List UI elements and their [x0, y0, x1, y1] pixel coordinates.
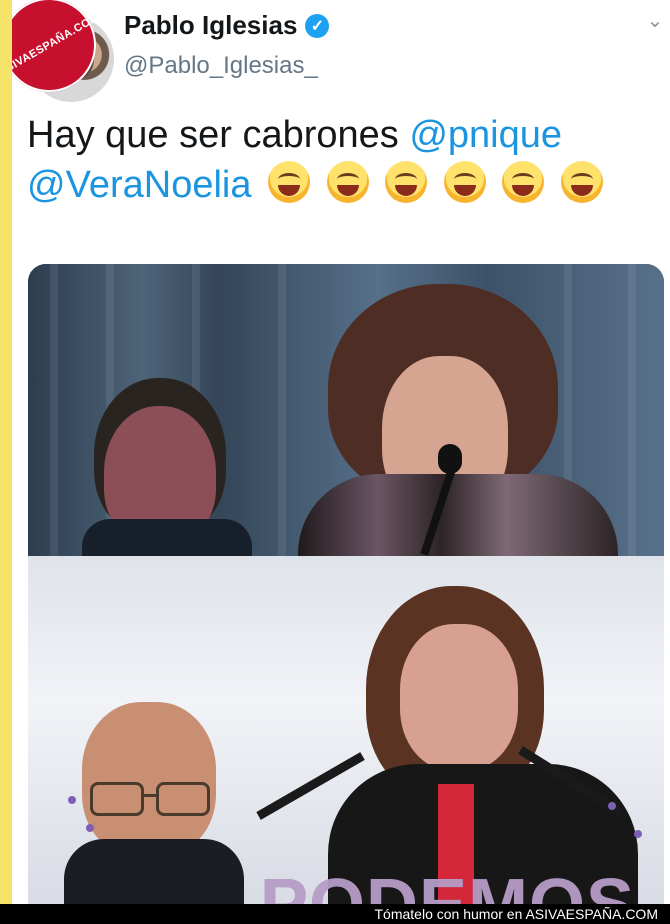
tweet-text-prefix: Hay que ser cabrones	[27, 114, 410, 156]
mention-veranoelia[interactable]: @VeraNoelia	[27, 164, 251, 206]
author-handle[interactable]: @Pablo_Iglesias_	[124, 52, 318, 80]
author-name-row: Pablo Iglesias ✓	[124, 10, 330, 41]
podemos-background-text: PODEMOS	[260, 865, 636, 906]
tears-of-joy-emoji-icon	[560, 161, 603, 203]
speaker-face	[400, 624, 518, 770]
curtain-stripe	[50, 264, 58, 556]
tears-of-joy-emoji-icon	[443, 161, 486, 203]
tears-of-joy-emoji-icon	[385, 161, 428, 203]
mention-pnique[interactable]: @pnique	[409, 114, 562, 156]
glasses	[90, 782, 210, 816]
man-head	[82, 702, 216, 856]
tears-of-joy-emoji-icon	[502, 161, 545, 203]
footer-watermark: Tómatelo con humor en ASIVAESPAÑA.COM	[0, 904, 670, 924]
tears-of-joy-emoji-icon	[268, 161, 311, 203]
chevron-down-icon[interactable]: ⌄	[646, 11, 664, 31]
man-shirt	[64, 839, 244, 906]
tweet-card: ASIVAESPAÑA.COM Pablo Iglesias ✓ @Pablo_…	[12, 0, 670, 906]
background-dot	[86, 824, 94, 832]
glasses-lens-right	[156, 782, 210, 816]
curtain-stripe	[628, 264, 636, 556]
curtain-stripe	[278, 264, 286, 556]
top-photo	[28, 264, 664, 579]
tweet-text: Hay que ser cabrones @pnique @VeraNoelia	[27, 110, 647, 210]
author-name[interactable]: Pablo Iglesias	[124, 10, 297, 41]
tweet-media[interactable]: PODEMOS	[28, 264, 664, 906]
watermark-badge-text: ASIVAESPAÑA.COM	[12, 11, 102, 79]
background-dot	[608, 802, 616, 810]
background-dot	[634, 830, 642, 838]
tears-of-joy-emoji-icon	[326, 161, 369, 203]
background-dot	[68, 796, 76, 804]
verified-badge-icon: ✓	[305, 13, 330, 38]
glasses-lens-left	[90, 782, 144, 816]
